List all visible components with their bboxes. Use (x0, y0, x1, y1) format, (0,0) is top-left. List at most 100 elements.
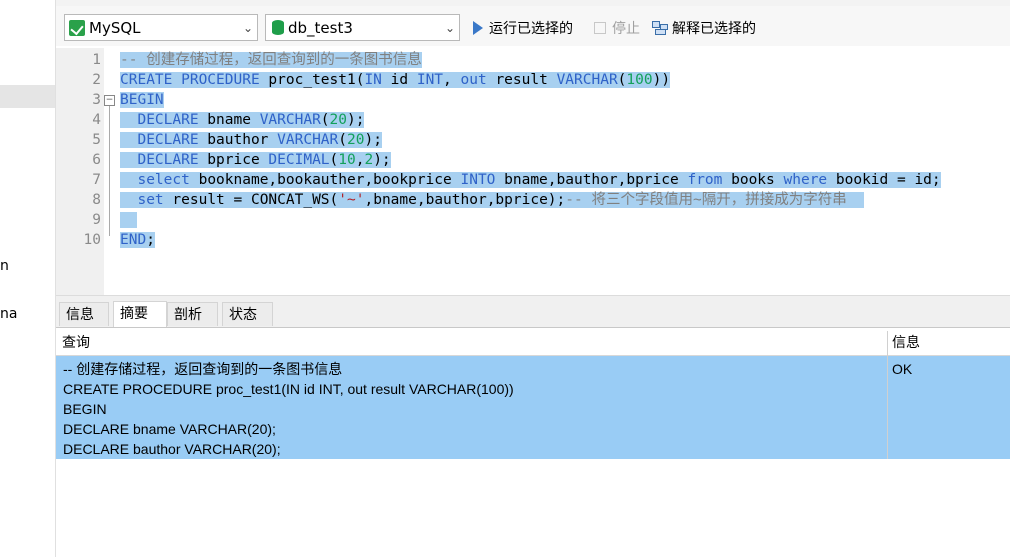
sql-editor[interactable]: 1 2 3 4 5 6 7 8 9 10 − -- 创建存储过程，返回查询到的一条图书信息 CREAT… (56, 48, 1010, 295)
fold-guide (109, 106, 110, 236)
line-number-gutter: 1 2 3 4 5 6 7 8 9 10 − (56, 48, 115, 295)
selection-highlight: select bookname,bookauther,bookprice INT… (120, 172, 941, 188)
code-line: select bookname,bookauther,bookprice INT… (120, 170, 941, 190)
code-token: set (137, 192, 164, 208)
line-number: 7 (92, 172, 101, 188)
code-line: DECLARE bprice DECIMAL(10,2); (120, 150, 391, 170)
code-token: ); (364, 132, 382, 148)
explain-selected-label: 解释已选择的 (672, 21, 756, 37)
navigator-item-fragment[interactable]: n (0, 258, 9, 274)
code-token: ; (146, 232, 155, 248)
database-select[interactable]: db_test3 ⌄ (265, 14, 460, 41)
code-token: VARCHAR (556, 72, 618, 88)
play-icon (473, 21, 483, 35)
column-header-info[interactable]: 信息 (887, 331, 1010, 356)
code-token: )) (652, 72, 671, 88)
selection-highlight: -- 创建存储过程，返回查询到的一条图书信息 (120, 52, 422, 68)
selection-highlight: set result = CONCAT_WS('~',bname,bauthor… (120, 192, 865, 208)
tab-info[interactable]: 信息 (59, 302, 109, 326)
connection-select[interactable]: MySQL ⌄ (64, 14, 258, 41)
code-token: id (381, 72, 417, 88)
tab-profile[interactable]: 剖析 (167, 302, 218, 326)
result-grid: 查询 信息 -- 创建存储过程，返回查询到的一条图书信息 CREATE PROC… (56, 331, 1010, 557)
code-token: ( (329, 152, 339, 168)
code-token: DECLARE (137, 112, 199, 128)
database-select-value: db_test3 (288, 18, 353, 37)
code-token: 10 (338, 152, 356, 168)
code-token: ( (338, 132, 347, 148)
code-token: result (486, 72, 557, 88)
stop-icon (594, 22, 606, 34)
code-token: bprice (198, 152, 269, 168)
code-token: bname (198, 112, 260, 128)
mysql-connection-icon (69, 19, 85, 36)
code-token: DECLARE (137, 152, 199, 168)
line-number: 3 (92, 92, 101, 108)
code-token: INTO (460, 172, 496, 188)
code-token: DECLARE (137, 132, 199, 148)
code-token: INT (416, 72, 444, 88)
code-line (120, 210, 138, 230)
navigator-pane: n na (0, 0, 56, 557)
line-number: 8 (92, 192, 101, 208)
line-number: 2 (92, 72, 101, 88)
explain-icon (652, 21, 668, 35)
connection-select-value: MySQL (89, 18, 141, 37)
navigator-item-fragment[interactable]: na (0, 306, 17, 322)
code-line: DECLARE bauthor VARCHAR(20); (120, 130, 382, 150)
line-number: 1 (92, 52, 101, 68)
selection-highlight: CREATE PROCEDURE proc_test1(IN id INT, o… (120, 72, 671, 88)
selection-highlight (120, 212, 138, 228)
code-token: DECIMAL (268, 152, 330, 168)
code-line: set result = CONCAT_WS('~',bname,bauthor… (120, 190, 865, 210)
code-token: out (460, 72, 487, 88)
code-token: BEGIN (120, 92, 164, 108)
code-token: VARCHAR (277, 132, 339, 148)
code-token: , (443, 72, 461, 88)
chevron-down-icon: ⌄ (444, 20, 456, 35)
code-token: 20 (329, 112, 347, 128)
run-selected-button[interactable]: 运行已选择的 (473, 18, 573, 38)
info-cell[interactable]: OK (888, 356, 1010, 459)
tab-status[interactable]: 状态 (222, 302, 273, 326)
code-token: bauthor (198, 132, 278, 148)
fold-toggle-icon[interactable]: − (104, 95, 115, 106)
table-row[interactable]: -- 创建存储过程，返回查询到的一条图书信息 CREATE PROCEDURE … (56, 356, 887, 459)
code-token: '~' (338, 192, 365, 208)
column-header-query[interactable]: 查询 (56, 331, 887, 356)
code-token: -- 创建存储过程，返回查询到的一条图书信息 (120, 52, 422, 68)
stop-button[interactable]: 停止 (594, 18, 640, 38)
code-token: select (137, 172, 190, 188)
code-token: bookid = id; (827, 172, 941, 188)
selection-highlight: BEGIN (120, 92, 164, 108)
line-number: 10 (83, 232, 101, 248)
result-tabs: 信息 摘要 剖析 状态 (56, 300, 1010, 328)
code-line: DECLARE bname VARCHAR(20); (120, 110, 365, 130)
code-token: result = CONCAT_WS( (163, 192, 339, 208)
line-number: 9 (92, 212, 101, 228)
code-token: 2 (364, 152, 374, 168)
code-line: -- 创建存储过程，返回查询到的一条图书信息 (120, 50, 422, 70)
code-token: ); (347, 112, 365, 128)
query-line: -- 创建存储过程，返回查询到的一条图书信息 (63, 361, 343, 377)
tab-summary[interactable]: 摘要 (113, 301, 167, 327)
code-token: 20 (347, 132, 365, 148)
selection-highlight: END; (120, 232, 155, 248)
line-number: 6 (92, 152, 101, 168)
code-token: books (722, 172, 784, 188)
query-line: BEGIN (63, 401, 107, 417)
query-toolbar: MySQL ⌄ db_test3 ⌄ 运行已选择的 停止 解释已选择的 (56, 6, 1010, 46)
stop-label: 停止 (612, 21, 640, 37)
selection-highlight: DECLARE bprice DECIMAL(10,2); (120, 152, 391, 168)
code-token: where (783, 172, 828, 188)
code-line: END; (120, 230, 155, 250)
query-line: DECLARE bname VARCHAR(20); (63, 421, 276, 437)
navigator-selected-item[interactable] (0, 85, 55, 108)
explain-selected-button[interactable]: 解释已选择的 (652, 18, 756, 38)
code-line: BEGIN (120, 90, 164, 110)
